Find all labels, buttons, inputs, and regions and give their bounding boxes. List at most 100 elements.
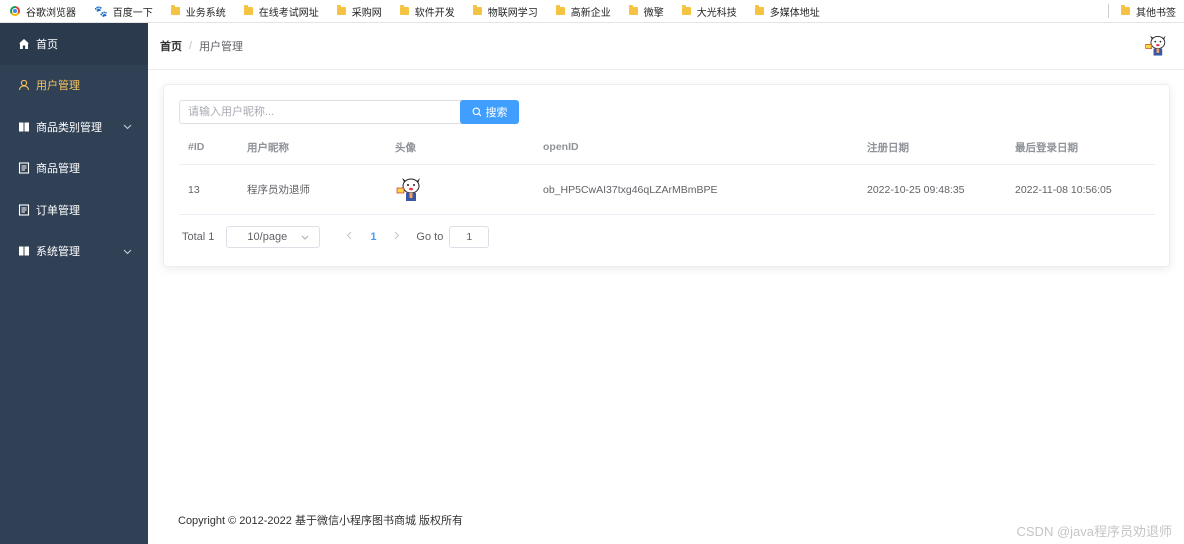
folder-icon: [681, 5, 691, 15]
bookmark-chrome[interactable]: 谷歌浏览器: [0, 4, 84, 19]
bookmark-label: 谷歌浏览器: [26, 7, 76, 19]
baidu-paw-icon: 🐾: [94, 5, 108, 18]
footer-copyright: Copyright © 2012-2022 基于微信小程序图书商城 版权所有: [178, 515, 464, 527]
sidebar-item-label: 商品类别管理: [36, 121, 102, 134]
folder-icon: [243, 5, 253, 15]
cell-openid: ob_HP5CwAI37txg46qLZArMBmBPE: [543, 183, 718, 196]
folder-icon: [754, 5, 764, 15]
breadcrumb-home[interactable]: 首页: [160, 38, 182, 54]
top-header: 首页 / 用户管理: [148, 23, 1184, 70]
cell-last-login: 2022-11-08 10:56:05: [1015, 183, 1112, 196]
breadcrumb-current: 用户管理: [199, 41, 244, 53]
bookmark-label: 百度一下: [112, 7, 153, 19]
pagination: Total 1 10/page 1 Go to: [182, 225, 490, 249]
sidebar-item-products[interactable]: 商品管理: [0, 148, 148, 190]
chevron-right-icon: [395, 231, 400, 240]
search-icon: [472, 107, 482, 117]
goto-label: Go to: [416, 231, 444, 243]
table-row[interactable]: 13 程序员劝退师 ob_HP5CwAI37txg46qLZArMBmBPE 2…: [179, 165, 1155, 215]
sidebar-item-system[interactable]: 系统管理: [0, 231, 148, 273]
user-avatar-image: [396, 177, 420, 201]
pagination-total: Total 1: [182, 231, 215, 243]
folder-icon: [399, 5, 409, 15]
chevron-down-icon: [123, 121, 132, 133]
search-input[interactable]: [179, 100, 469, 124]
bookmark-folder[interactable]: 软件开发: [390, 4, 463, 19]
table-header: #ID 用户昵称 头像 openID 注册日期 最后登录日期: [179, 130, 1155, 165]
column-header: 注册日期: [867, 141, 909, 154]
column-header: 用户昵称: [247, 141, 289, 154]
bookmark-folder[interactable]: 多媒体地址: [745, 4, 828, 19]
page-number-current[interactable]: 1: [362, 231, 384, 243]
next-page-button[interactable]: [384, 231, 410, 243]
bookmark-folder[interactable]: 采购网: [327, 4, 390, 19]
page-size-select[interactable]: 10/page: [226, 226, 321, 248]
bookmark-label: 多媒体地址: [769, 7, 820, 19]
bookmarks-divider: [1108, 4, 1109, 18]
cell-avatar: [386, 175, 534, 205]
cell-id: 13: [188, 183, 200, 196]
folder-icon: [555, 5, 565, 15]
cell-nickname: 程序员劝退师: [247, 184, 310, 196]
bookmark-folder[interactable]: 高新企业: [546, 4, 619, 19]
bookmark-label: 软件开发: [414, 7, 455, 19]
chevron-down-icon: [123, 246, 132, 258]
sidebar-item-category[interactable]: 商品类别管理: [0, 106, 148, 148]
bookmark-label: 采购网: [351, 7, 382, 19]
breadcrumb: 首页 / 用户管理: [160, 38, 243, 54]
bookmark-folder[interactable]: 在线考试网址: [234, 4, 327, 19]
sidebar-item-label: 订单管理: [36, 204, 80, 217]
bookmarks-bar: 谷歌浏览器 🐾 百度一下 业务系统 在线考试网址 采购网 软件开发 物联网学习 …: [0, 0, 1184, 23]
sidebar-item-label: 商品管理: [36, 163, 80, 176]
folder-icon: [336, 5, 346, 15]
search-button-label: 搜索: [485, 107, 508, 119]
users-table: #ID 用户昵称 头像 openID 注册日期 最后登录日期 13 程序员劝退师: [179, 130, 1155, 215]
user-list-card: 搜索 #ID 用户昵称 头像 openID 注册日期 最后登录日期 13 程序员…: [163, 84, 1170, 267]
chevron-down-icon: [301, 231, 309, 243]
folder-icon: [628, 5, 638, 15]
folder-icon: [1121, 5, 1130, 15]
column-header: openID: [543, 141, 579, 153]
sidebar-item-home[interactable]: 首页: [0, 23, 148, 65]
cell-register-date: 2022-10-25 09:48:35: [867, 183, 965, 196]
bookmark-baidu[interactable]: 🐾 百度一下: [84, 4, 161, 19]
bookmark-folder[interactable]: 物联网学习: [463, 4, 546, 19]
prev-page-button[interactable]: [336, 231, 362, 243]
sidebar-item-label: 用户管理: [36, 80, 80, 93]
search-button[interactable]: 搜索: [460, 100, 519, 124]
column-header: 头像: [395, 141, 416, 154]
book-icon: [18, 121, 30, 133]
bookmark-folder[interactable]: 大光科技: [672, 4, 745, 19]
sidebar-item-users[interactable]: 用户管理: [0, 65, 148, 107]
document-icon: [18, 204, 30, 216]
bookmark-folder[interactable]: 微擎: [619, 4, 672, 19]
folder-icon: [170, 5, 180, 15]
chevron-left-icon: [347, 231, 352, 240]
book-icon: [18, 245, 30, 257]
document-icon: [18, 162, 30, 174]
avatar[interactable]: [1144, 33, 1170, 59]
page-size-value: 10/page: [247, 231, 288, 243]
folder-icon: [472, 5, 482, 15]
sidebar-item-label: 首页: [36, 38, 58, 51]
column-header: 最后登录日期: [1015, 141, 1078, 154]
home-icon: [18, 38, 30, 50]
sidebar-item-label: 系统管理: [36, 246, 80, 259]
bookmark-label: 其他书签: [1136, 7, 1176, 19]
bookmark-label: 物联网学习: [487, 7, 538, 19]
bookmark-label: 高新企业: [570, 7, 611, 19]
goto-page-input[interactable]: [449, 226, 490, 248]
column-header: #ID: [188, 141, 205, 153]
bookmark-other[interactable]: 其他书签: [1111, 4, 1184, 19]
sidebar: 首页 用户管理 商品类别管理 商品管理 订单管理 系统管理: [0, 23, 148, 544]
watermark: CSDN @java程序员劝退师: [1016, 524, 1173, 539]
bookmark-label: 大光科技: [696, 7, 737, 19]
bookmark-label: 微擎: [643, 7, 664, 19]
bookmark-folder[interactable]: 业务系统: [161, 4, 234, 19]
chrome-icon: [10, 6, 20, 16]
bookmark-label: 在线考试网址: [258, 7, 319, 19]
user-icon: [18, 79, 30, 91]
bookmark-label: 业务系统: [185, 7, 226, 19]
breadcrumb-separator: /: [189, 40, 193, 52]
sidebar-item-orders[interactable]: 订单管理: [0, 189, 148, 231]
